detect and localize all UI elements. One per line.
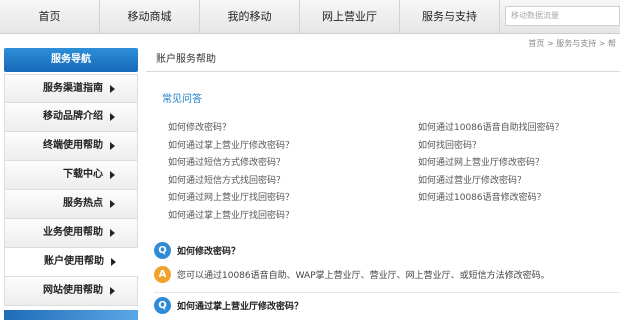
sidebar-item-download-center[interactable]: 下载中心 bbox=[4, 161, 138, 190]
faq-link[interactable]: 如何通过10086语音自助找回密码？ bbox=[418, 120, 564, 138]
nav-home[interactable]: 首页 bbox=[0, 0, 100, 34]
question-icon: Q bbox=[154, 297, 171, 314]
sidebar-item-service-hotspot[interactable]: 服务热点 bbox=[4, 190, 138, 219]
faq-link[interactable]: 如何通过掌上营业厅找回密码？ bbox=[168, 208, 294, 226]
arrow-right-icon bbox=[110, 287, 115, 295]
divider bbox=[154, 292, 620, 293]
arrow-right-icon bbox=[110, 142, 115, 150]
arrow-right-icon bbox=[110, 113, 115, 121]
arrow-right-icon bbox=[110, 229, 115, 237]
faq-link[interactable]: 如何找回密码？ bbox=[418, 138, 564, 156]
sidebar-item-business-help[interactable]: 业务使用帮助 bbox=[4, 219, 138, 248]
answer-icon: A bbox=[154, 266, 171, 283]
faq-link[interactable]: 如何通过短信方式找回密码？ bbox=[168, 173, 294, 191]
arrow-right-icon bbox=[110, 171, 115, 179]
faq-link[interactable]: 如何修改密码？ bbox=[168, 120, 294, 138]
nav-service-support[interactable]: 服务与支持 bbox=[400, 0, 500, 34]
arrow-right-icon bbox=[111, 258, 116, 266]
question-text: 如何通过掌上营业厅修改密码？ bbox=[177, 302, 304, 312]
faq-link[interactable]: 如何通过网上营业厅修改密码？ bbox=[418, 155, 564, 173]
sidebar-title: 服务导航 bbox=[4, 48, 138, 72]
faq-link[interactable]: 如何通过网上营业厅找回密码？ bbox=[168, 190, 294, 208]
nav-online-hall[interactable]: 网上营业厅 bbox=[300, 0, 400, 34]
sidebar-item-website-help[interactable]: 网站使用帮助 bbox=[4, 277, 138, 306]
arrow-right-icon bbox=[110, 85, 115, 93]
faq-link[interactable]: 如何通过10086语音修改密码？ bbox=[418, 190, 564, 208]
question-icon: Q bbox=[154, 242, 171, 259]
sidebar-item-account-help[interactable]: 账户使用帮助 bbox=[4, 248, 138, 277]
sidebar-item-channel-guide[interactable]: 服务渠道指南 bbox=[4, 74, 138, 103]
faq-link[interactable]: 如何通过营业厅修改密码？ bbox=[418, 173, 564, 191]
page-title: 账户服务帮助 bbox=[146, 48, 620, 72]
search-input[interactable]: 移动数据流量 bbox=[505, 6, 620, 26]
faq-link[interactable]: 如何通过掌上营业厅修改密码？ bbox=[168, 138, 294, 156]
answer-text: 您可以通过10086语音自助、WAP掌上营业厅、营业厅、网上营业厅、或短信方法修… bbox=[177, 271, 550, 281]
sidebar-banner-image[interactable] bbox=[4, 310, 138, 320]
sidebar-nav: 服务渠道指南 移动品牌介绍 终端使用帮助 下载中心 服务热点 业务使用帮助 账户… bbox=[4, 74, 138, 306]
faq-list-left: 如何修改密码？ 如何通过掌上营业厅修改密码？ 如何通过短信方式修改密码？ 如何通… bbox=[168, 120, 294, 225]
nav-mobile-mall[interactable]: 移动商城 bbox=[100, 0, 200, 34]
top-nav: 首页 移动商城 我的移动 网上营业厅 服务与支持 移动数据流量 bbox=[0, 0, 620, 34]
sidebar-item-brand-intro[interactable]: 移动品牌介绍 bbox=[4, 103, 138, 132]
faq-link[interactable]: 如何通过短信方式修改密码？ bbox=[168, 155, 294, 173]
faq-heading: 常见问答 bbox=[162, 94, 202, 105]
qa-question: Q 如何修改密码？ bbox=[154, 242, 240, 262]
sidebar-item-device-help[interactable]: 终端使用帮助 bbox=[4, 132, 138, 161]
question-text: 如何修改密码？ bbox=[177, 247, 241, 257]
nav-my-mobile[interactable]: 我的移动 bbox=[200, 0, 300, 34]
faq-list-right: 如何通过10086语音自助找回密码？ 如何找回密码？ 如何通过网上营业厅修改密码… bbox=[418, 120, 564, 208]
arrow-right-icon bbox=[110, 200, 115, 208]
qa-answer: A 您可以通过10086语音自助、WAP掌上营业厅、营业厅、网上营业厅、或短信方法… bbox=[154, 266, 550, 286]
qa-question: Q 如何通过掌上营业厅修改密码？ bbox=[154, 297, 303, 317]
